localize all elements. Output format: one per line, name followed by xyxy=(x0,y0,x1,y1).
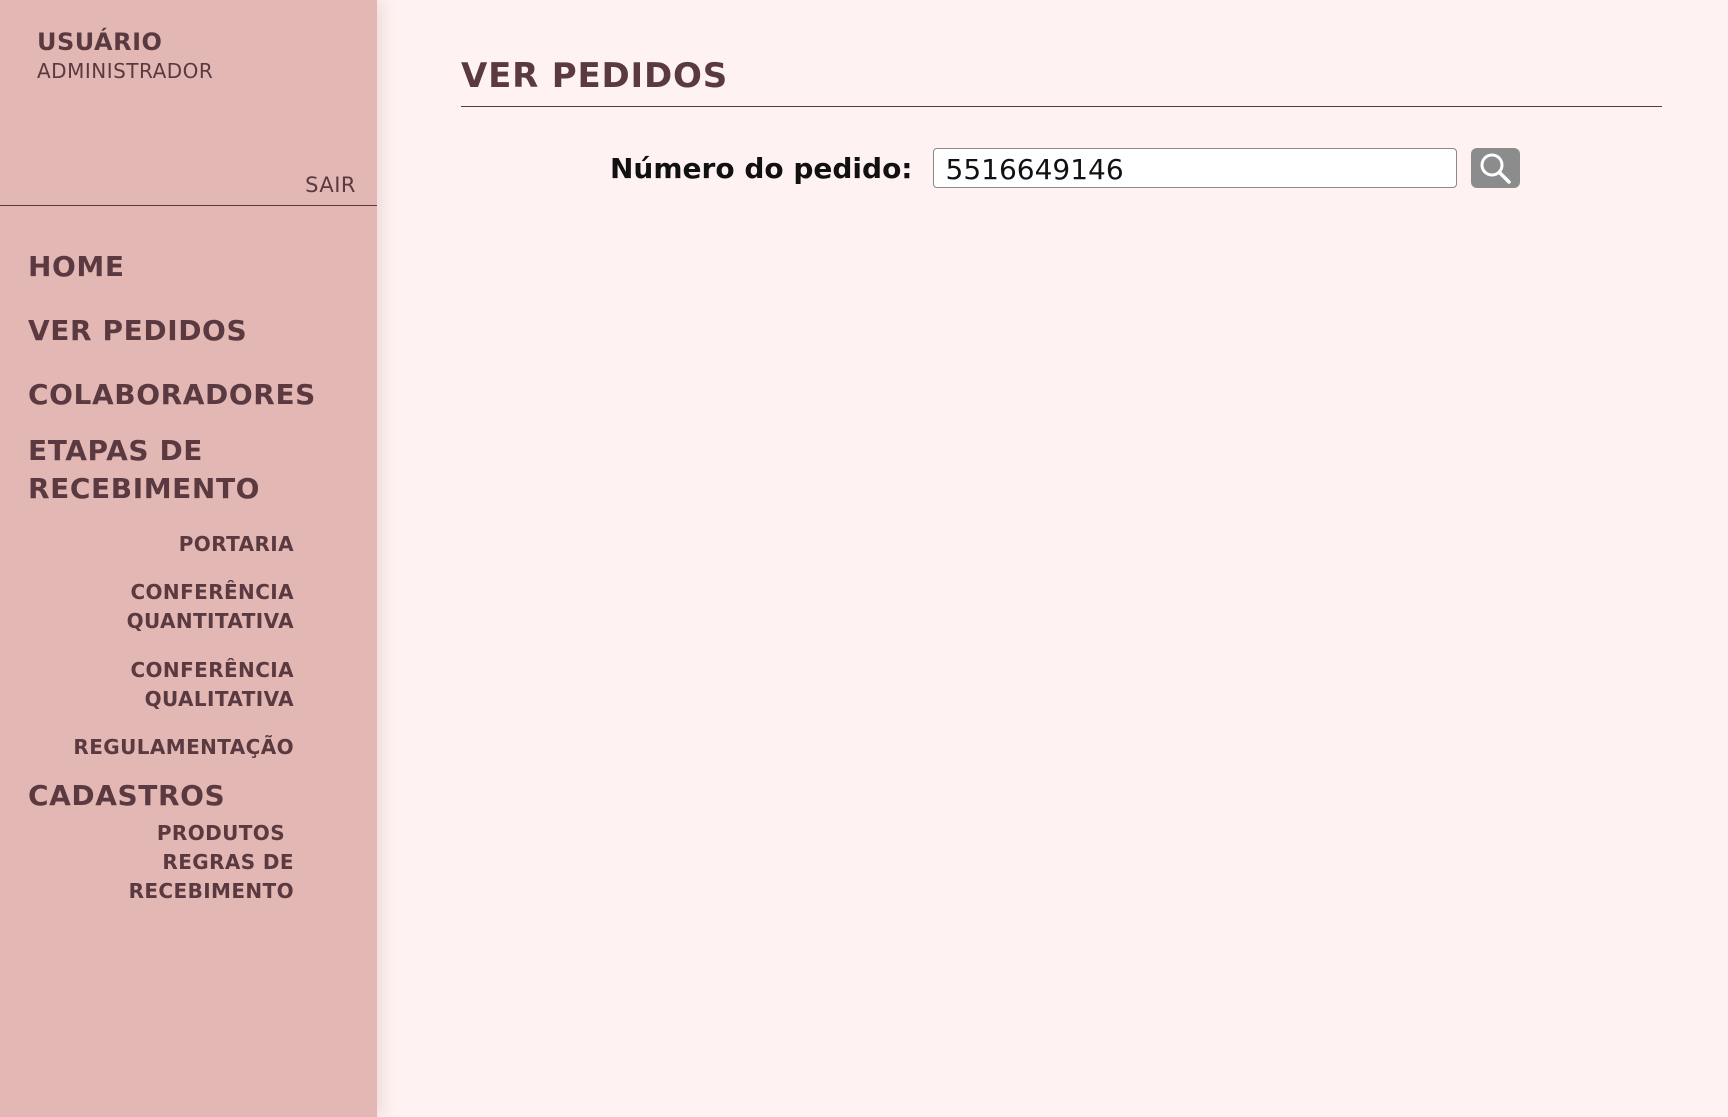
nav-subitem-conf-quant-line1: CONFERÊNCIA xyxy=(130,580,294,604)
search-button[interactable] xyxy=(1470,148,1520,188)
nav-subitem-portaria[interactable]: PORTARIA xyxy=(28,530,294,559)
user-title: USUÁRIO xyxy=(37,28,163,56)
nav-subitem-regras-line1: REGRAS DE xyxy=(162,850,294,874)
nav-item-home[interactable]: HOME xyxy=(28,248,294,286)
nav-item-colaboradores[interactable]: COLABORADORES xyxy=(28,376,315,414)
user-info: USUÁRIO ADMINISTRADOR xyxy=(37,26,213,84)
order-number-label: Número do pedido: xyxy=(610,151,913,185)
order-number-input[interactable] xyxy=(932,148,1457,188)
nav-item-etapas-de-recebimento[interactable]: ETAPAS DE RECEBIMENTO xyxy=(28,432,294,508)
page-title: VER PEDIDOS xyxy=(461,56,728,96)
nav-subitem-conf-qual-line2: QUALITATIVA xyxy=(144,687,294,711)
nav-item-etapas-line1: ETAPAS DE xyxy=(28,434,204,467)
nav-subitem-regras-line2: RECEBIMENTO xyxy=(128,879,294,903)
nav-subitem-conferencia-qualitativa[interactable]: CONFERÊNCIA QUALITATIVA xyxy=(28,656,294,714)
nav-item-etapas-line2: RECEBIMENTO xyxy=(28,472,261,505)
nav-subitem-conferencia-quantitativa[interactable]: CONFERÊNCIA QUANTITATIVA xyxy=(28,578,294,636)
nav-subitem-regulamentacao[interactable]: REGULAMENTAÇÃO xyxy=(28,733,294,762)
nav-item-cadastros[interactable]: CADASTROS xyxy=(28,777,294,815)
title-divider xyxy=(461,106,1662,107)
sidebar-divider xyxy=(0,205,377,206)
order-search-form: Número do pedido: xyxy=(610,147,1520,189)
sidebar-nav: HOME VER PEDIDOS COLABORADORES ETAPAS DE… xyxy=(28,248,315,906)
nav-subitem-conf-qual-line1: CONFERÊNCIA xyxy=(130,658,294,682)
nav-subitem-conf-quant-line2: QUANTITATIVA xyxy=(126,609,294,633)
sidebar: USUÁRIO ADMINISTRADOR SAIR HOME VER PEDI… xyxy=(0,0,377,1117)
nav-subitem-regras-de-recebimento[interactable]: REGRAS DE RECEBIMENTO xyxy=(28,848,294,906)
logout-link[interactable]: SAIR xyxy=(305,173,356,197)
search-icon xyxy=(1478,151,1512,185)
user-role: ADMINISTRADOR xyxy=(37,59,214,83)
nav-item-ver-pedidos[interactable]: VER PEDIDOS xyxy=(28,312,294,350)
nav-subitem-produtos[interactable]: PRODUTOS xyxy=(28,819,294,848)
